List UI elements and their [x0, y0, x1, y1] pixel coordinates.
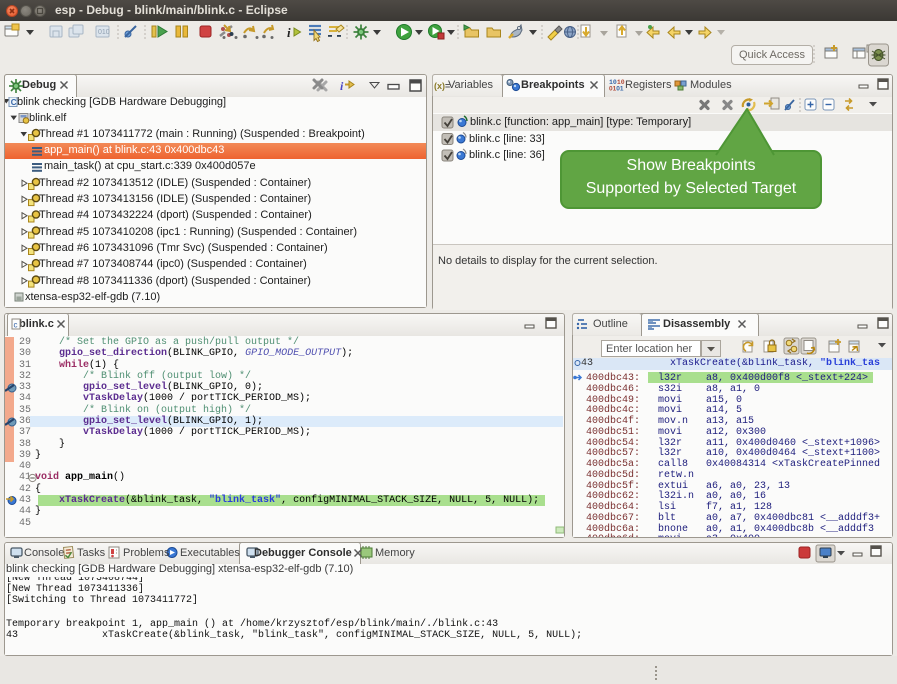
svg-text:C: C	[11, 98, 17, 107]
svg-text:i: i	[287, 25, 291, 40]
svg-text:0101: 0101	[609, 86, 624, 93]
svg-text:010: 010	[98, 29, 110, 36]
svg-text:i: i	[340, 79, 344, 93]
svg-text:c: c	[14, 321, 18, 330]
svg-text:(x)=: (x)=	[434, 81, 450, 91]
